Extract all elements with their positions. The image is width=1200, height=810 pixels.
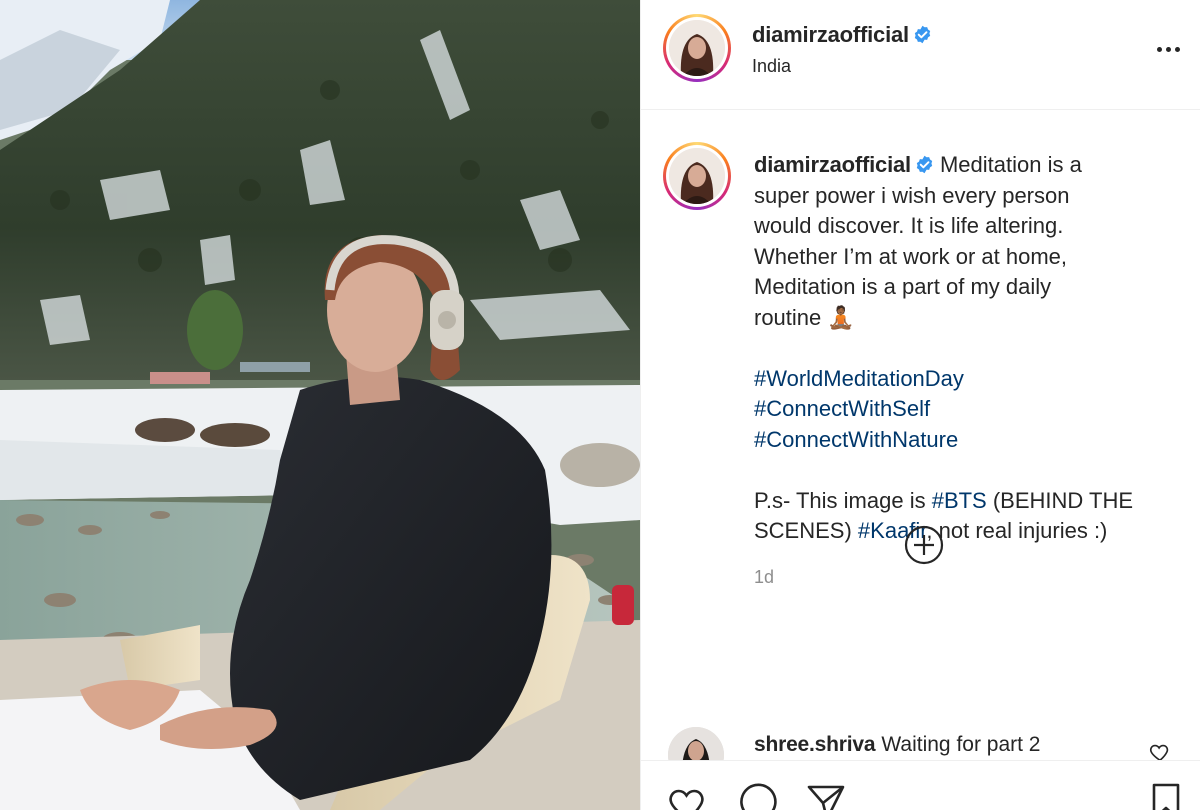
caption-line: Meditation is a part of my daily <box>754 274 1052 299</box>
post-header: diamirzaofficial India <box>641 0 1200 110</box>
comment-heart-icon[interactable] <box>1149 741 1171 760</box>
post-image-illustration <box>0 0 640 810</box>
post-timestamp[interactable]: 1d <box>754 567 774 588</box>
plus-circle-icon[interactable] <box>903 524 945 566</box>
comment-body: Waiting for part 2 <box>881 733 1041 756</box>
commenter-avatar[interactable] <box>668 727 724 760</box>
profile-avatar[interactable] <box>663 14 731 82</box>
caption-text: diamirzaofficial Meditation is a super po… <box>754 150 1184 547</box>
caption-line: Whether I’m at work or at home, <box>754 243 1067 269</box>
post-username-text[interactable]: diamirzaofficial <box>752 22 909 47</box>
more-options-button[interactable] <box>1153 38 1183 60</box>
caption-avatar-image <box>669 148 725 204</box>
avatar-image <box>669 20 725 76</box>
hashtag-link[interactable]: #ConnectWithSelf <box>754 396 930 421</box>
caption-username[interactable]: diamirzaofficial <box>754 152 911 177</box>
paper-plane-icon[interactable] <box>805 781 847 810</box>
bookmark-icon[interactable] <box>1145 781 1187 810</box>
caption-verified-badge-icon <box>916 155 933 174</box>
post-details-panel: diamirzaofficial India diamirzaofficial … <box>640 0 1200 810</box>
caption-avatar[interactable] <box>663 142 731 210</box>
hashtag-link[interactable]: #ConnectWithNature <box>754 427 958 452</box>
ps-text: SCENES) <box>754 518 858 543</box>
heart-icon[interactable] <box>667 781 709 810</box>
post-photo[interactable] <box>0 0 640 810</box>
ps-text: P.s- This image is <box>754 487 932 513</box>
post-action-bar <box>641 760 1200 810</box>
hashtag-link[interactable]: #BTS <box>932 488 987 513</box>
caption-line: would discover. It is life altering. <box>754 213 1064 238</box>
comment-text: shree.shriva Waiting for part 2 <box>754 733 1040 757</box>
commenter-avatar-image <box>668 727 724 760</box>
post-username[interactable]: diamirzaofficial <box>752 22 932 48</box>
post-location[interactable]: India <box>752 56 791 77</box>
commenter-username[interactable]: shree.shriva <box>754 733 876 756</box>
hashtag-link[interactable]: #WorldMeditationDay <box>754 366 964 391</box>
verified-badge-icon <box>914 25 931 44</box>
caption-line: super power i wish every person <box>754 182 1070 208</box>
ps-text: , not real injuries :) <box>926 518 1108 543</box>
comment-item: shree.shriva Waiting for part 2 <box>641 727 1200 760</box>
caption-line: routine 🧘🏾 <box>754 304 855 330</box>
caption-line: Meditation is a <box>939 152 1082 177</box>
more-horizontal-icon <box>1156 46 1162 52</box>
ps-text: (BEHIND THE <box>986 487 1134 513</box>
comment-icon[interactable] <box>736 781 778 810</box>
